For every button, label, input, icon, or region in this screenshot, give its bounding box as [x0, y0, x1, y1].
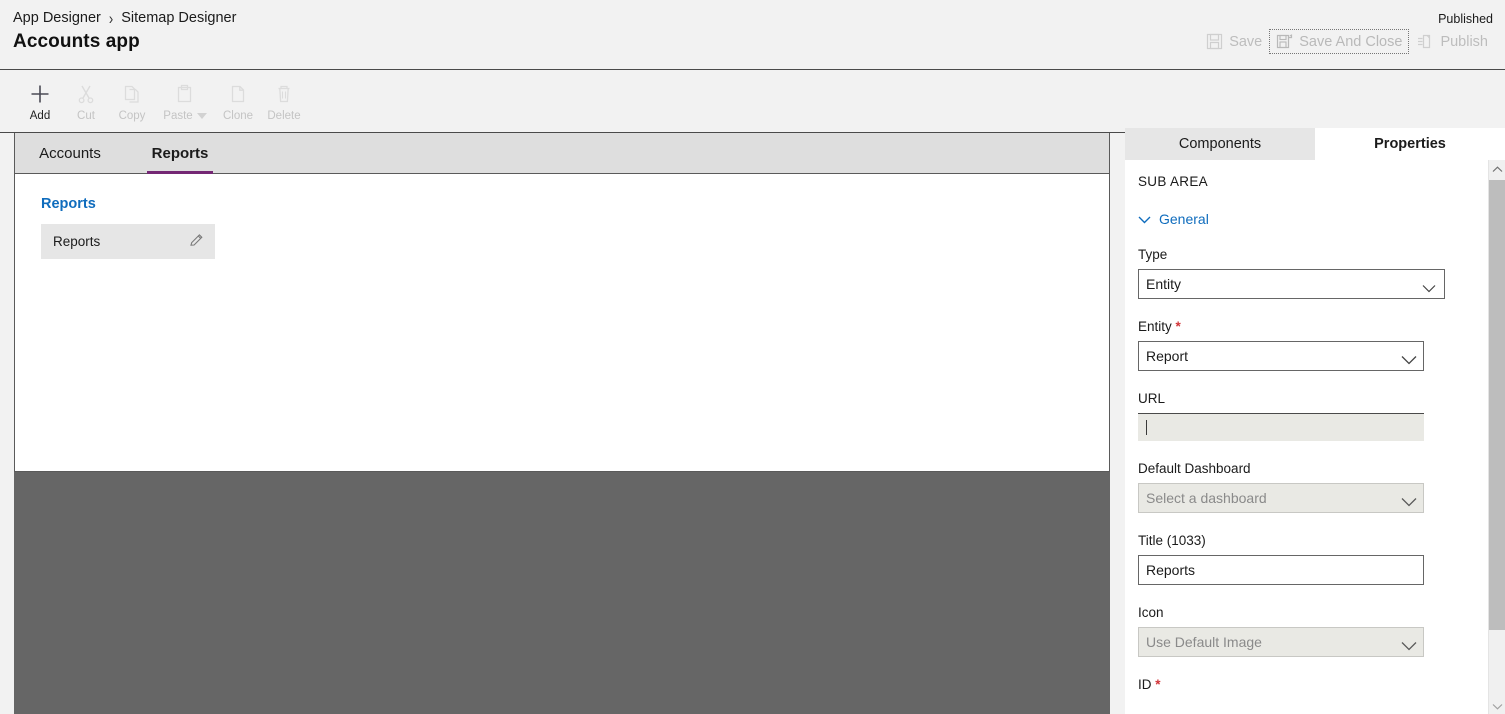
tab-properties[interactable]: Properties	[1315, 128, 1505, 160]
panel-scrollbar[interactable]	[1488, 160, 1505, 714]
url-input[interactable]	[1138, 413, 1424, 441]
chevron-down-icon	[1401, 638, 1417, 650]
tab-reports-label: Reports	[151, 144, 209, 162]
field-icon-label: Icon	[1138, 605, 1164, 620]
toolbar-paste-button[interactable]: Paste	[155, 78, 215, 122]
copy-icon	[121, 81, 143, 107]
canvas-body: Reports Reports	[15, 174, 1109, 470]
field-icon: Icon Use Default Image	[1138, 605, 1477, 657]
pencil-icon[interactable]	[188, 232, 205, 252]
clipboard-icon	[174, 81, 196, 107]
title-input[interactable]	[1138, 555, 1424, 585]
scissors-icon	[75, 81, 97, 107]
save-and-close-icon	[1276, 33, 1293, 50]
default-dashboard-select[interactable]: Select a dashboard	[1138, 483, 1424, 513]
field-title: Title (1033)	[1138, 533, 1477, 585]
chevron-down-icon	[1492, 697, 1503, 714]
toolbar-clone-button[interactable]: Clone	[215, 78, 261, 122]
app-header: App Designer › Sitemap Designer Accounts…	[0, 0, 1505, 70]
toolbar-paste-label: Paste	[163, 110, 193, 122]
sitemap-canvas: Accounts Reports Reports Reports	[14, 133, 1110, 472]
type-select[interactable]: Entity	[1138, 269, 1445, 299]
toolbar-add-button[interactable]: Add	[17, 78, 63, 122]
field-default-dashboard-label: Default Dashboard	[1138, 461, 1251, 476]
command-bar: Save Save And Close Publish	[1199, 29, 1495, 54]
icon-select[interactable]: Use Default Image	[1138, 627, 1424, 657]
tab-components-label: Components	[1178, 136, 1262, 152]
title-input-field[interactable]	[1146, 562, 1415, 578]
properties-panel: Components Properties SUB AREA General T…	[1125, 128, 1505, 714]
tab-components[interactable]: Components	[1125, 128, 1315, 160]
subarea-node-label: Reports	[53, 234, 101, 249]
chevron-down-icon	[1401, 352, 1417, 364]
field-title-label: Title (1033)	[1138, 533, 1206, 548]
panel-body: SUB AREA General Type Entity Entity * Re…	[1125, 160, 1477, 714]
scrollbar-thumb[interactable]	[1489, 180, 1505, 630]
clone-icon	[227, 81, 249, 107]
entity-select[interactable]: Report	[1138, 341, 1424, 371]
sub-area-heading: SUB AREA	[1138, 174, 1208, 189]
tab-properties-label: Properties	[1374, 136, 1446, 152]
scrollbar-up-button[interactable]	[1489, 160, 1505, 177]
canvas-tab-bar: Accounts Reports	[15, 133, 1109, 174]
subarea-node-reports[interactable]: Reports	[41, 224, 215, 259]
toolbar-delete-label: Delete	[267, 110, 301, 122]
toolbar-clone-label: Clone	[222, 110, 254, 122]
field-url: URL	[1138, 391, 1477, 441]
save-and-close-button[interactable]: Save And Close	[1269, 29, 1410, 54]
icon-select-placeholder: Use Default Image	[1146, 634, 1262, 650]
field-entity: Entity * Report	[1138, 319, 1477, 371]
field-type: Type Entity	[1138, 247, 1477, 299]
section-general-header[interactable]: General	[1138, 211, 1477, 227]
save-icon	[1206, 33, 1223, 50]
sitemap-designer-app: App Designer › Sitemap Designer Accounts…	[0, 0, 1505, 714]
chevron-down-icon	[1422, 280, 1436, 292]
field-id: ID *	[1138, 677, 1477, 692]
tab-accounts-label: Accounts	[39, 144, 101, 162]
chevron-up-icon	[1492, 160, 1503, 178]
breadcrumb: App Designer › Sitemap Designer	[13, 10, 236, 26]
field-entity-label: Entity *	[1138, 319, 1181, 334]
trash-icon	[273, 81, 295, 107]
chevron-down-icon[interactable]	[196, 113, 207, 119]
toolbar-cut-button[interactable]: Cut	[63, 78, 109, 122]
breadcrumb-item-sitemap-designer[interactable]: Sitemap Designer	[121, 10, 236, 26]
field-type-label: Type	[1138, 247, 1168, 262]
publish-status-label: Published	[1438, 12, 1493, 26]
save-button[interactable]: Save	[1199, 29, 1269, 54]
canvas-dimmed-overlay	[14, 472, 1110, 714]
default-dashboard-placeholder: Select a dashboard	[1146, 490, 1267, 506]
toolbar-cut-label: Cut	[77, 110, 95, 122]
field-id-label: ID *	[1138, 677, 1161, 692]
tab-reports[interactable]: Reports	[125, 133, 235, 174]
plus-icon	[28, 81, 52, 107]
breadcrumb-item-app-designer[interactable]: App Designer	[13, 10, 101, 26]
publish-button-label: Publish	[1440, 33, 1488, 50]
save-and-close-button-label: Save And Close	[1299, 33, 1403, 50]
publish-icon	[1416, 33, 1434, 50]
toolbar-delete-button[interactable]: Delete	[261, 78, 307, 122]
field-default-dashboard: Default Dashboard Select a dashboard	[1138, 461, 1477, 513]
chevron-down-icon	[1138, 211, 1151, 227]
publish-button[interactable]: Publish	[1409, 29, 1495, 54]
editor-toolbar: Add Cut Copy Paste Clone Delete	[0, 71, 1505, 133]
chevron-down-icon	[1401, 494, 1417, 506]
entity-select-value: Report	[1146, 348, 1189, 364]
toolbar-copy-label: Copy	[118, 110, 146, 122]
required-asterisk: *	[1155, 677, 1161, 692]
url-input-field[interactable]	[1147, 419, 1416, 436]
chevron-right-icon: ›	[108, 8, 114, 28]
panel-tab-bar: Components Properties	[1125, 128, 1505, 160]
group-title[interactable]: Reports	[41, 196, 1109, 212]
toolbar-add-label: Add	[29, 110, 51, 122]
toolbar-copy-button[interactable]: Copy	[109, 78, 155, 122]
scrollbar-down-button[interactable]	[1489, 697, 1505, 714]
save-button-label: Save	[1229, 33, 1263, 50]
section-general-label: General	[1159, 211, 1209, 227]
page-title: Accounts app	[13, 31, 140, 52]
tab-accounts[interactable]: Accounts	[15, 133, 125, 173]
type-select-value: Entity	[1146, 276, 1182, 292]
field-url-label: URL	[1138, 391, 1166, 406]
required-asterisk: *	[1175, 319, 1181, 334]
